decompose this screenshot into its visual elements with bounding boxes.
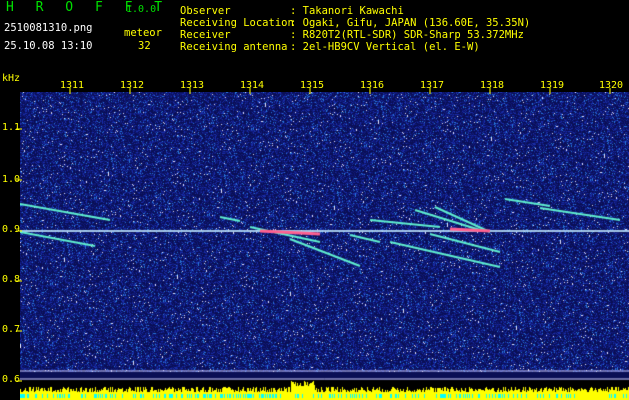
spectrogram-overlay bbox=[16, 88, 611, 382]
y-tick-marks bbox=[16, 128, 22, 382]
x-tick-marks bbox=[69, 88, 611, 94]
